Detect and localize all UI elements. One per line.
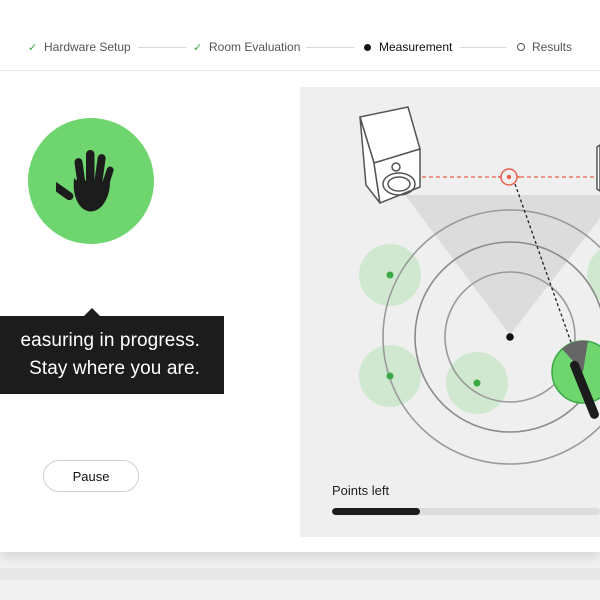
measuring-status-tooltip: easuring in progress. Stay where you are… xyxy=(0,308,224,394)
hand-stop-icon xyxy=(56,150,114,212)
step-measurement[interactable]: Measurement xyxy=(363,40,452,54)
checkmark-icon: ✓ xyxy=(28,41,38,54)
speaker-icon xyxy=(359,106,421,204)
step-connector xyxy=(460,47,506,48)
measurement-zone xyxy=(587,249,600,301)
measurement-point xyxy=(473,379,481,387)
app-window: ✓ Hardware Setup ✓ Room Evaluation Measu… xyxy=(0,0,600,552)
measurement-point xyxy=(386,372,394,380)
step-connector xyxy=(306,47,354,48)
points-progress-bar xyxy=(332,508,600,515)
crosshair-target-icon xyxy=(498,168,520,186)
measurement-point xyxy=(386,271,394,279)
step-hardware-setup[interactable]: ✓ Hardware Setup xyxy=(28,40,131,54)
step-label: Results xyxy=(532,40,573,54)
pending-step-circle-icon xyxy=(517,43,525,51)
step-room-evaluation[interactable]: ✓ Room Evaluation xyxy=(193,40,300,54)
status-line-2: Stay where you are. xyxy=(29,358,200,379)
active-step-dot-icon xyxy=(364,44,371,51)
status-line-1: easuring in progress. xyxy=(20,330,200,351)
tooltip-arrow xyxy=(84,308,100,316)
points-left-label: Points left xyxy=(332,483,390,498)
listening-position-dot xyxy=(506,333,514,341)
step-connector xyxy=(138,47,186,48)
step-label: Hardware Setup xyxy=(44,40,131,54)
step-label: Room Evaluation xyxy=(209,40,301,54)
points-progress-fill xyxy=(332,508,421,515)
checkmark-icon: ✓ xyxy=(193,41,203,54)
hand-status-badge xyxy=(28,118,154,244)
step-label: Measurement xyxy=(379,40,453,54)
progress-stepper: ✓ Hardware Setup ✓ Room Evaluation Measu… xyxy=(0,0,600,71)
step-results[interactable]: Results xyxy=(516,40,572,54)
measurement-visualization: Points left xyxy=(300,87,600,537)
pause-button[interactable]: Pause xyxy=(43,460,139,492)
background-strip xyxy=(0,568,600,580)
room-diagram xyxy=(359,106,600,465)
